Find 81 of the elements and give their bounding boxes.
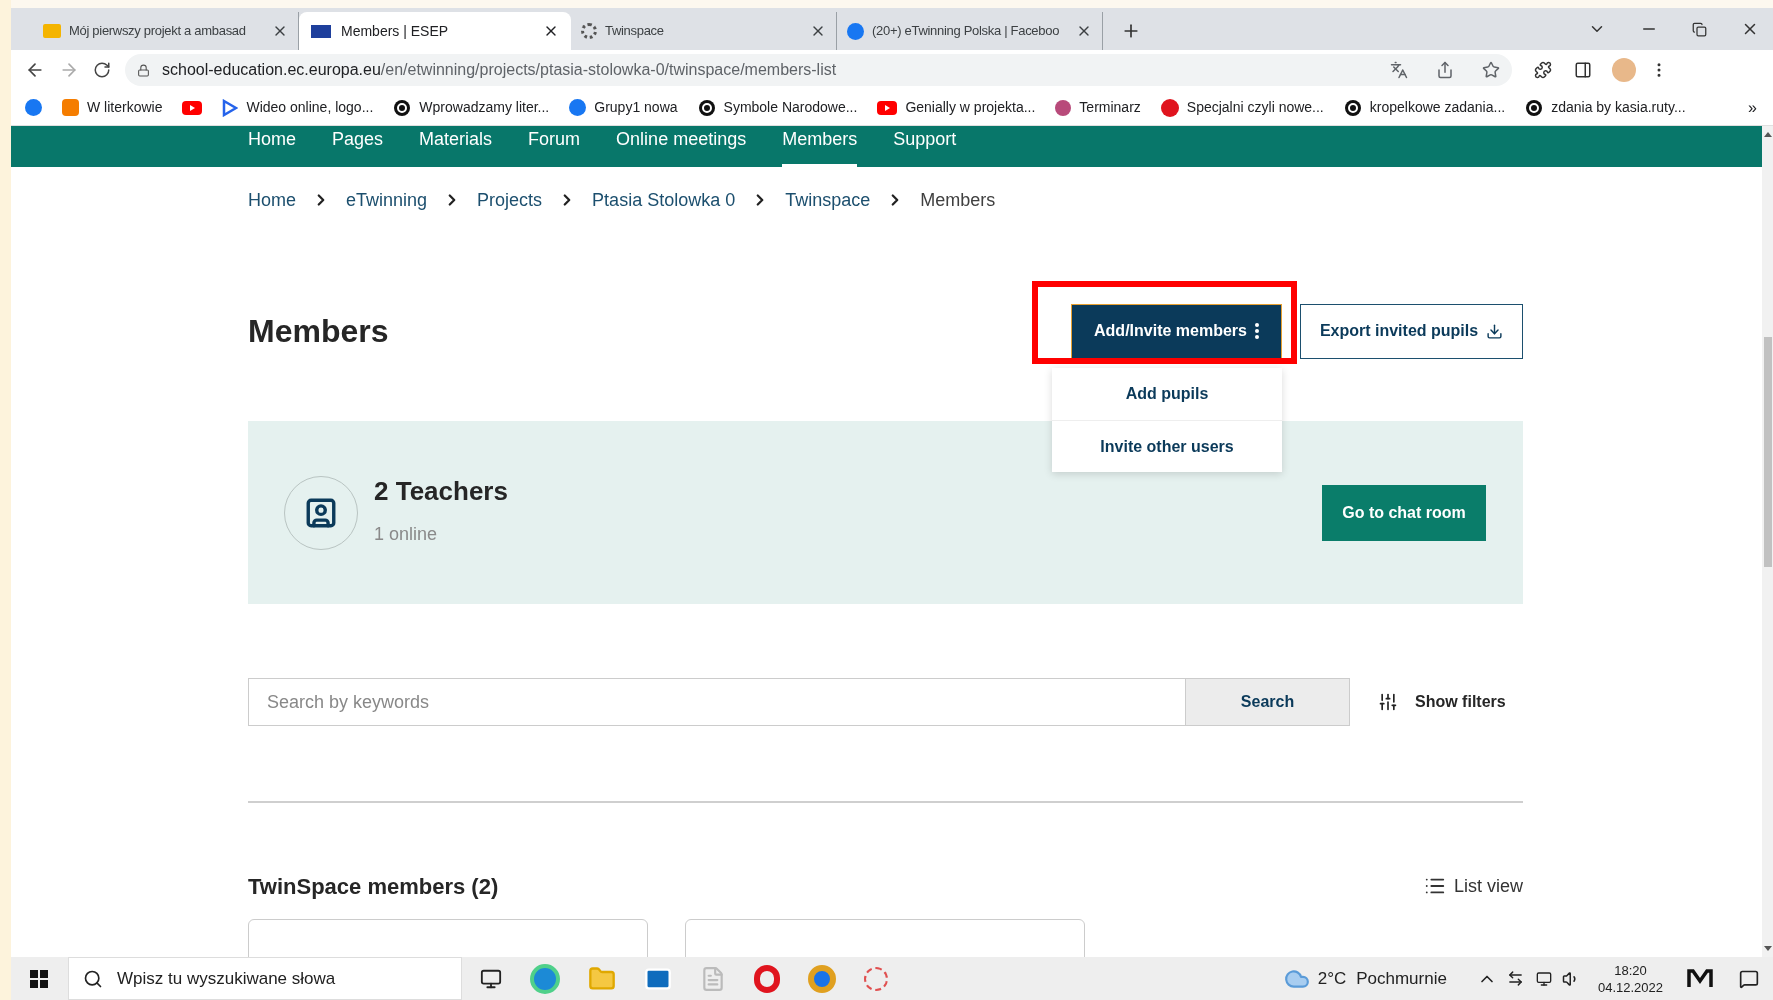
nav-link[interactable]: Forum (528, 126, 581, 167)
side-panel-icon[interactable] (1574, 61, 1592, 79)
teachers-count: 2 Teachers (374, 474, 508, 508)
ring-icon (1343, 98, 1362, 117)
scroll-down-icon[interactable] (1763, 946, 1772, 951)
share-icon[interactable] (1436, 61, 1454, 79)
search-icon (83, 968, 103, 989)
clock[interactable]: 18:20 04.12.2022 (1597, 961, 1663, 996)
star-icon[interactable] (1482, 61, 1500, 79)
more-icon (1254, 323, 1259, 339)
gear-icon (581, 23, 597, 39)
weather-text: Pochmurnie (1356, 967, 1447, 990)
tab-title: (20+) eTwinning Polska | Faceboo (872, 22, 1061, 41)
windows-icon[interactable] (30, 969, 48, 988)
bookmark[interactable]: Symbole Narodowe... (697, 97, 858, 118)
nav-link[interactable]: Home (248, 126, 296, 167)
tab-title: Members | ESEP (341, 21, 450, 41)
breadcrumb-link[interactable]: Home (248, 186, 296, 214)
scroll-up-icon[interactable] (1763, 132, 1772, 137)
online-count: 1 online (374, 522, 439, 546)
bookmark[interactable]: kropelkowe zadania... (1343, 97, 1506, 118)
network-icon[interactable] (1506, 970, 1524, 987)
play-icon (182, 100, 203, 115)
ring-icon (393, 98, 412, 117)
ring-icon (1525, 98, 1544, 117)
bookmarks-overflow[interactable]: » (1748, 95, 1757, 120)
nav-link[interactable]: Online meetings (616, 126, 747, 167)
nav-link[interactable]: Members (782, 126, 858, 167)
breadcrumb-link[interactable]: eTwinning (346, 186, 428, 214)
bookmark[interactable]: Wideo online, logo... (222, 97, 374, 118)
reload-icon[interactable] (93, 61, 111, 79)
chat-room-button[interactable]: Go to chat room (1322, 484, 1486, 541)
browser-tab[interactable]: Members | ESEP (299, 12, 571, 50)
tab-title: Mój pierwszy projekt a ambasad (69, 22, 247, 41)
breadcrumb-link[interactable]: Ptasia Stolowka 0 (592, 186, 736, 214)
export-button[interactable]: Export invited pupils (1300, 303, 1523, 359)
restore-icon[interactable] (1692, 21, 1707, 37)
browser-icon[interactable] (530, 963, 560, 994)
bookmark[interactable]: Wprowadzamy liter... (393, 97, 550, 118)
bookmark[interactable]: zdania by kasia.ruty... (1525, 97, 1686, 118)
notifications-icon[interactable] (1739, 968, 1759, 989)
show-filters-link[interactable]: Show filters (1415, 690, 1506, 714)
filters-icon[interactable] (1378, 692, 1398, 712)
download-icon (1486, 322, 1504, 340)
bookmark[interactable]: Terminarz (1055, 97, 1141, 118)
play-icon (222, 98, 239, 117)
list-view-link[interactable]: List view (1453, 872, 1523, 900)
nav-link[interactable]: Pages (332, 126, 384, 167)
page-heading: Members (248, 312, 389, 351)
slides-icon (43, 24, 61, 38)
menu-item[interactable]: Add pupils (1052, 368, 1282, 420)
search-button[interactable]: Search (1186, 678, 1350, 726)
taskbar-search[interactable]: Wpisz tu wyszukiwane słowa (68, 957, 462, 1000)
blogger-icon (62, 99, 79, 116)
translate-icon[interactable] (1390, 61, 1408, 79)
breadcrumb-current: Members (920, 188, 996, 212)
nav-link[interactable]: Materials (419, 126, 493, 167)
nav-link[interactable]: Support (893, 126, 957, 167)
lock-icon (137, 63, 150, 77)
flag-icon (311, 24, 331, 38)
ring-icon (697, 98, 716, 117)
section-heading: TwinSpace members (2) (248, 872, 499, 901)
add-invite-button[interactable]: Add/Invite members (1071, 303, 1282, 359)
m-logo-icon[interactable] (1687, 968, 1713, 989)
circle-app-icon[interactable] (754, 964, 780, 993)
play-icon (877, 100, 898, 115)
address-bar[interactable]: school-education.ec.europa.eu/en/etwinning/projects/ptasia-stolowka-0/twinspace/members-list (125, 54, 1512, 86)
url-text: school-education.ec.europa.eu/en/etwinning/projects/ptasia-stolowka-0/twinspace/members-list (162, 60, 837, 80)
search-field[interactable]: Search by keywords (248, 678, 1186, 726)
scrollbar-thumb[interactable] (1763, 337, 1772, 567)
bookmark[interactable]: Genially w projekta... (877, 97, 1036, 118)
task-view-icon[interactable] (480, 967, 502, 990)
temperature: 2°C (1317, 967, 1347, 990)
bookmark[interactable]: Grupy1 nowa (569, 97, 678, 118)
extensions-icon[interactable] (1534, 61, 1552, 79)
bookmark[interactable] (182, 100, 203, 115)
breadcrumb-link[interactable]: Projects (477, 186, 543, 214)
bookmark[interactable]: Specjalni czyli nowe... (1160, 97, 1324, 118)
tab-title: Twinspace (605, 22, 665, 41)
bookmark[interactable]: W literkowie (62, 97, 163, 118)
breadcrumb-link[interactable]: Twinspace (785, 186, 871, 214)
